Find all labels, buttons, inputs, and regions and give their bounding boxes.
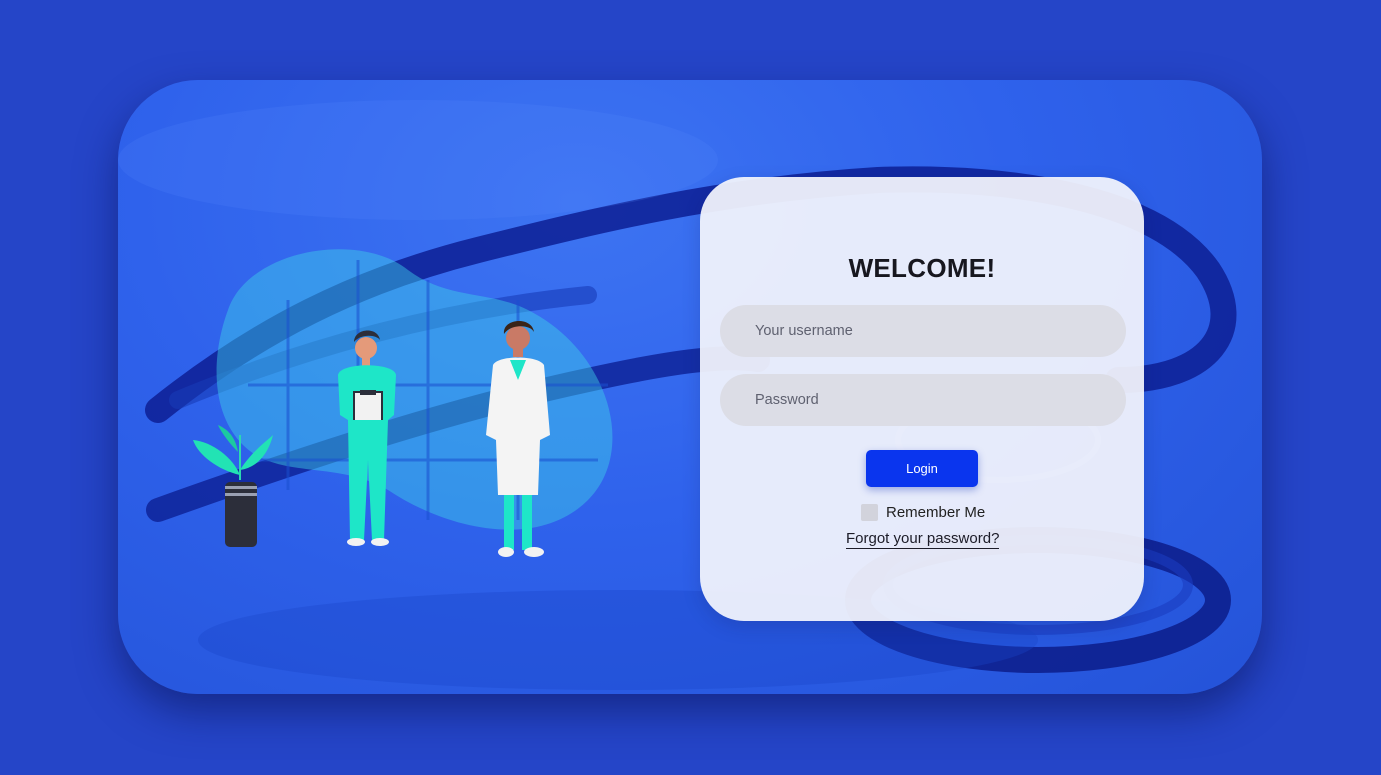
welcome-heading: WELCOME! [848, 253, 996, 283]
medical-staff-illustration [193, 249, 613, 557]
login-panel: WELCOME! Login Remember Me Forgot your p… [700, 177, 1144, 621]
login-card: WELCOME! Login Remember Me Forgot your p… [118, 80, 1262, 694]
password-input[interactable] [720, 374, 1126, 426]
remember-me-checkbox[interactable] [861, 504, 878, 521]
username-input[interactable] [720, 305, 1126, 357]
forgot-password-link[interactable]: Forgot your password? [846, 530, 1000, 549]
blob-shape [216, 249, 613, 530]
remember-me-row[interactable]: Remember Me [861, 504, 985, 521]
login-button[interactable]: Login [866, 450, 978, 487]
remember-me-label: Remember Me [886, 504, 986, 521]
